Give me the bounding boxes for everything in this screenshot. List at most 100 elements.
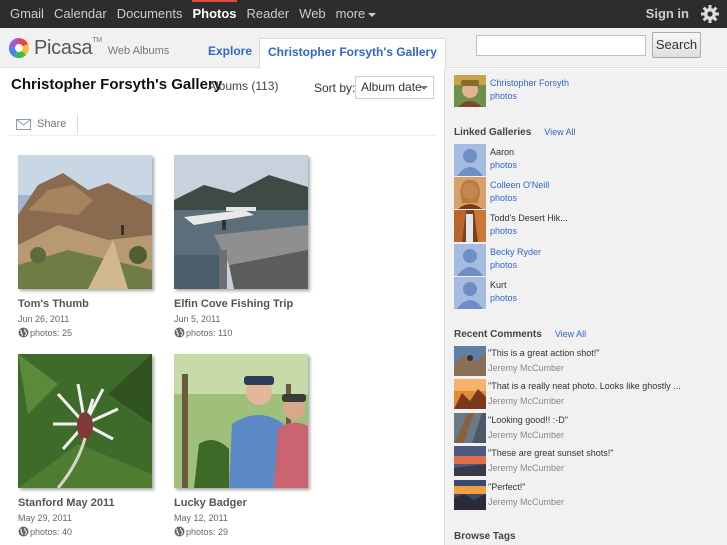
comment-item[interactable]: "That is a really neat photo. Looks like… [454,379,724,409]
sign-in-link[interactable]: Sign in [646,0,689,28]
album-date: Jun 5, 2011 [174,314,221,324]
gear-icon[interactable] [699,3,721,25]
comment-photo-image [454,480,486,510]
avatar[interactable] [454,75,486,107]
avatar[interactable] [454,177,486,209]
nav-gmail[interactable]: Gmail [10,0,44,28]
logo-wordmark: PicasaTM [34,37,102,60]
comment-author: Jeremy McCumber [488,363,565,373]
owner-photos-link[interactable]: photos [490,91,517,101]
comment-item[interactable]: "Perfect!" Jeremy McCumber [454,480,724,510]
album-date: May 29, 2011 [18,513,72,523]
linked-gallery-photos-link[interactable]: photos [490,226,517,236]
album-card[interactable]: Stanford May 2011 May 29, 2011 photos: 4… [18,354,154,537]
linked-gallery-name[interactable]: Todd's Desert Hik... [490,213,568,223]
album-cover-image [18,354,152,488]
recent-comments-title: Recent Comments [454,329,542,340]
avatar[interactable] [454,144,486,176]
album-title[interactable]: Lucky Badger [174,497,310,509]
album-title[interactable]: Stanford May 2011 [18,497,154,509]
linked-gallery-name[interactable]: Aaron [490,147,514,157]
nav-photos[interactable]: Photos [192,0,237,28]
chevron-down-icon [368,12,377,17]
album-title[interactable]: Tom's Thumb [18,298,154,310]
comment-photo-image [454,413,486,443]
album-thumbnail[interactable] [174,354,308,488]
comment-thumbnail[interactable] [454,346,486,376]
comment-author: Jeremy McCumber [488,396,565,406]
sort-label: Sort by: [314,81,356,95]
sort-select[interactable]: Album date [355,76,434,99]
avatar[interactable] [454,277,486,309]
picasa-logo[interactable]: PicasaTM Web Albums [8,34,169,62]
tab-explore[interactable]: Explore [200,38,260,66]
nav-more-label: more [335,6,366,21]
avatar-image [454,177,486,209]
album-card[interactable]: Elfin Cove Fishing Trip Jun 5, 2011 phot… [174,155,310,338]
linked-gallery-photos-link[interactable]: photos [490,193,517,203]
album-thumbnail[interactable] [18,354,152,488]
nav-web[interactable]: Web [299,0,326,28]
avatar[interactable] [454,210,486,242]
share-label: Share [37,118,67,130]
linked-gallery-name[interactable]: Colleen O'Neill [490,180,549,190]
nav-reader[interactable]: Reader [247,0,290,28]
album-cover-image [18,155,152,289]
globe-icon [174,526,185,537]
comment-author: Jeremy McCumber [488,463,565,473]
search-input[interactable] [476,35,646,56]
avatar-image [454,210,486,242]
nav-more[interactable]: more [336,0,377,28]
mail-icon [16,118,31,130]
linked-gallery-photos-link[interactable]: photos [490,160,517,170]
divider [77,114,78,134]
nav-calendar[interactable]: Calendar [54,0,107,28]
comments-view-all-link[interactable]: View All [555,329,586,339]
photo-count-label: photos: 110 [186,327,233,338]
linked-gallery-photos-link[interactable]: photos [490,260,517,270]
chevron-down-icon [420,86,428,90]
album-photo-count: photos: 40 [18,526,154,537]
search-button[interactable]: Search [652,32,701,58]
comment-item[interactable]: "This is a great action shot!" Jeremy Mc… [454,346,724,376]
globe-icon [18,327,29,338]
comment-thumbnail[interactable] [454,480,486,510]
logo-subtitle: Web Albums [107,45,170,57]
comment-item[interactable]: "Looking good!! :-D" Jeremy McCumber [454,413,724,443]
photo-count-label: photos: 40 [30,526,73,537]
tab-gallery[interactable]: Christopher Forsyth's Gallery [259,38,446,69]
photo-count-label: photos: 29 [186,526,229,537]
album-photo-count: photos: 29 [174,526,310,537]
globe-icon [174,327,185,338]
page-title: Christopher Forsyth's Gallery [11,76,223,93]
avatar[interactable] [454,244,486,276]
comment-text: "This is a great action shot!" [488,348,600,358]
comment-thumbnail[interactable] [454,413,486,443]
owner-name-link[interactable]: Christopher Forsyth [490,78,569,88]
linked-gallery-name[interactable]: Kurt [490,280,507,290]
linked-view-all-link[interactable]: View All [544,127,575,137]
logo-word: Picasa [34,36,93,59]
album-thumbnail[interactable] [174,155,308,289]
sidebar: Christopher Forsyth photos Linked Galler… [444,69,727,545]
default-avatar-icon [454,244,486,276]
linked-gallery-photos-link[interactable]: photos [490,293,517,303]
comment-thumbnail[interactable] [454,379,486,409]
album-title[interactable]: Elfin Cove Fishing Trip [174,298,310,310]
share-button[interactable]: Share [16,116,66,132]
comment-item[interactable]: "These are great sunset shots!" Jeremy M… [454,446,724,476]
linked-galleries-heading: Linked Galleries View All [454,127,576,138]
google-nav: Gmail Calendar Documents Photos Reader W… [10,0,386,28]
comment-thumbnail[interactable] [454,446,486,476]
album-card[interactable]: Lucky Badger May 12, 2011 photos: 29 [174,354,310,537]
album-thumbnail[interactable] [18,155,152,289]
recent-comments-heading: Recent Comments View All [454,329,586,340]
comment-author: Jeremy McCumber [488,497,565,507]
album-date: May 12, 2011 [174,513,228,523]
album-card[interactable]: Tom's Thumb Jun 26, 2011 photos: 25 [18,155,154,338]
linked-gallery-name[interactable]: Becky Ryder [490,247,541,257]
nav-documents[interactable]: Documents [117,0,183,28]
linked-galleries-title: Linked Galleries [454,127,532,138]
logo-tm: TM [92,36,102,44]
comment-text: "These are great sunset shots!" [488,448,614,458]
